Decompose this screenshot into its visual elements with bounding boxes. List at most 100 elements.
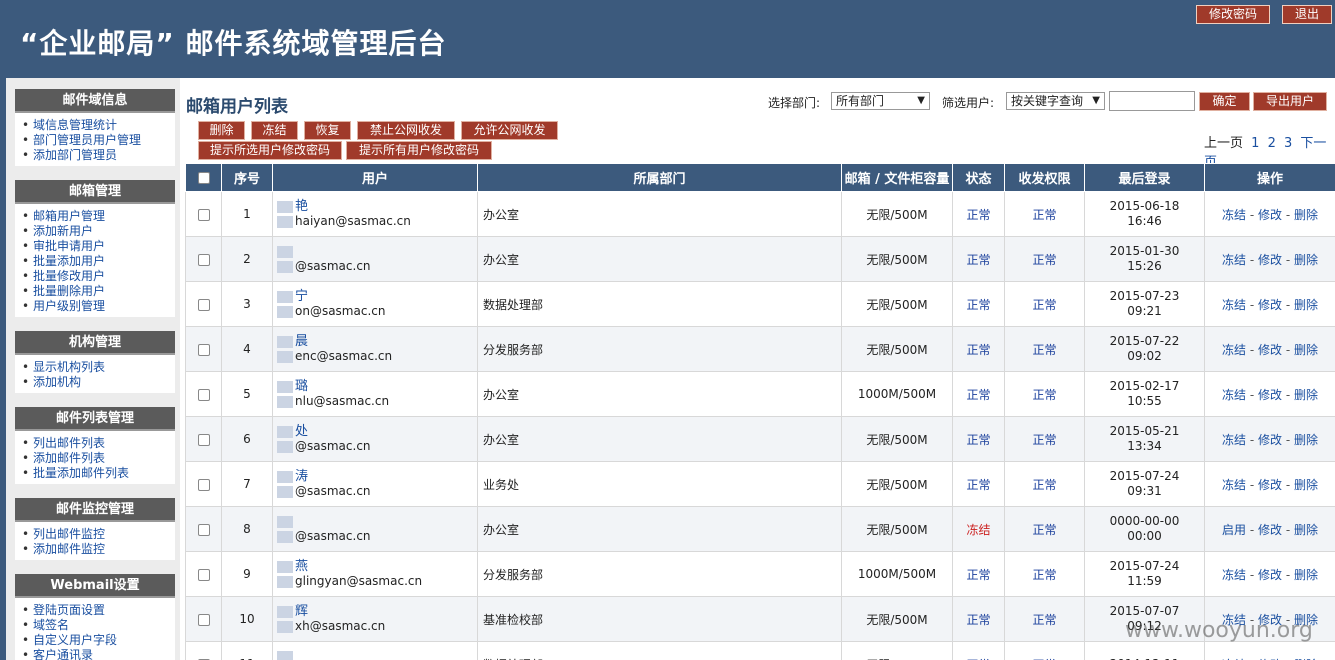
row-checkbox[interactable]: [197, 298, 210, 311]
op-delete-link[interactable]: 删除: [1294, 523, 1318, 537]
row-select-cell[interactable]: [185, 281, 222, 327]
sidebar-item-add-monitor[interactable]: 添加邮件监控: [22, 542, 175, 557]
op-edit-link[interactable]: 修改: [1258, 298, 1282, 312]
search-input[interactable]: [1109, 91, 1195, 111]
sidebar-item-domain-stats[interactable]: 域信息管理统计: [22, 118, 175, 133]
op-edit-link[interactable]: 修改: [1258, 343, 1282, 357]
op-delete-link[interactable]: 删除: [1294, 343, 1318, 357]
op-freeze-link[interactable]: 冻结: [1222, 478, 1246, 492]
op-edit-link[interactable]: 修改: [1258, 433, 1282, 447]
confirm-button[interactable]: 确定: [1199, 92, 1250, 111]
row-checkbox[interactable]: [197, 478, 210, 491]
user-name-link[interactable]: [277, 649, 477, 660]
op-freeze-link[interactable]: 冻结: [1222, 253, 1246, 267]
user-name-link[interactable]: 璐: [277, 379, 477, 394]
row-select-cell[interactable]: [185, 416, 222, 462]
logout-button[interactable]: 退出: [1282, 5, 1333, 24]
row-checkbox[interactable]: [197, 613, 210, 626]
row-checkbox[interactable]: [197, 568, 210, 581]
sidebar-item-batch-add-users[interactable]: 批量添加用户: [22, 254, 175, 269]
row-checkbox[interactable]: [197, 523, 210, 536]
sidebar-item-add-org[interactable]: 添加机构: [22, 375, 175, 390]
op-delete-link[interactable]: 删除: [1294, 298, 1318, 312]
sidebar-item-login-page[interactable]: 登陆页面设置: [22, 603, 175, 618]
row-select-cell[interactable]: [185, 596, 222, 642]
freeze-button[interactable]: 冻结: [251, 121, 298, 140]
op-edit-link[interactable]: 修改: [1258, 208, 1282, 222]
sidebar-item-batch-add-mail-list[interactable]: 批量添加邮件列表: [22, 466, 175, 481]
op-delete-link[interactable]: 删除: [1294, 253, 1318, 267]
row-checkbox[interactable]: [197, 388, 210, 401]
op-freeze-link[interactable]: 冻结: [1222, 388, 1246, 402]
op-delete-link[interactable]: 删除: [1294, 208, 1318, 222]
pager-page-3[interactable]: 3: [1284, 136, 1292, 151]
allow-public-button[interactable]: 允许公网收发: [461, 121, 558, 140]
row-select-cell[interactable]: [185, 461, 222, 507]
sidebar-item-user-levels[interactable]: 用户级别管理: [22, 299, 175, 314]
restore-button[interactable]: 恢复: [304, 121, 351, 140]
sidebar-item-dept-admin-users[interactable]: 部门管理员用户管理: [22, 133, 175, 148]
op-freeze-link[interactable]: 冻结: [1222, 568, 1246, 582]
row-select-cell[interactable]: [185, 326, 222, 372]
row-checkbox[interactable]: [197, 433, 210, 446]
op-delete-link[interactable]: 删除: [1294, 388, 1318, 402]
row-checkbox[interactable]: [197, 343, 210, 356]
op-freeze-link[interactable]: 冻结: [1222, 433, 1246, 447]
op-edit-link[interactable]: 修改: [1258, 568, 1282, 582]
sidebar-item-batch-delete-users[interactable]: 批量删除用户: [22, 284, 175, 299]
user-name-link[interactable]: 燕: [277, 559, 477, 574]
row-select-cell[interactable]: [185, 641, 222, 660]
op-delete-link[interactable]: 删除: [1294, 433, 1318, 447]
row-select-cell[interactable]: [185, 551, 222, 597]
sidebar-item-batch-edit-users[interactable]: 批量修改用户: [22, 269, 175, 284]
op-delete-link[interactable]: 删除: [1294, 478, 1318, 492]
export-users-button[interactable]: 导出用户: [1253, 92, 1327, 111]
delete-button[interactable]: 删除: [198, 121, 245, 140]
user-name-link[interactable]: [277, 514, 477, 529]
op-freeze-link[interactable]: 冻结: [1222, 343, 1246, 357]
user-name-link[interactable]: [277, 244, 477, 259]
row-select-cell[interactable]: [185, 236, 222, 282]
op-freeze-link[interactable]: 启用: [1222, 523, 1246, 537]
sidebar-item-add-mail-list[interactable]: 添加邮件列表: [22, 451, 175, 466]
user-filter-select[interactable]: 按关键字查询 ▼: [1006, 92, 1105, 110]
pager-page-2[interactable]: 2: [1268, 136, 1276, 151]
user-name-link[interactable]: 晨: [277, 334, 477, 349]
op-edit-link[interactable]: 修改: [1258, 253, 1282, 267]
op-delete-link[interactable]: 删除: [1294, 568, 1318, 582]
sidebar-item-list-mail-lists[interactable]: 列出邮件列表: [22, 436, 175, 451]
op-freeze-link[interactable]: 冻结: [1222, 208, 1246, 222]
op-edit-link[interactable]: 修改: [1258, 523, 1282, 537]
sidebar-item-custom-fields[interactable]: 自定义用户字段: [22, 633, 175, 648]
row-checkbox[interactable]: [197, 208, 210, 221]
sidebar-item-address-book[interactable]: 客户通讯录: [22, 648, 175, 660]
remind-selected-button[interactable]: 提示所选用户修改密码: [198, 141, 342, 160]
pager-page-1[interactable]: 1: [1251, 136, 1259, 151]
sidebar-item-add-user[interactable]: 添加新用户: [22, 224, 175, 239]
select-all-cell[interactable]: [185, 163, 222, 192]
user-name-link[interactable]: 处: [277, 424, 477, 439]
sidebar-item-mailbox-users[interactable]: 邮箱用户管理: [22, 209, 175, 224]
user-name-link[interactable]: 宁: [277, 289, 477, 304]
user-name-link[interactable]: 艳: [277, 199, 477, 214]
op-freeze-link[interactable]: 冻结: [1222, 298, 1246, 312]
change-password-button[interactable]: 修改密码: [1196, 5, 1271, 24]
row-checkbox[interactable]: [197, 253, 210, 266]
row-select-cell[interactable]: [185, 371, 222, 417]
row-select-cell[interactable]: [185, 506, 222, 552]
remind-all-button[interactable]: 提示所有用户修改密码: [346, 141, 492, 160]
sidebar-item-org-list[interactable]: 显示机构列表: [22, 360, 175, 375]
sidebar-item-list-monitors[interactable]: 列出邮件监控: [22, 527, 175, 542]
dept-select[interactable]: 所有部门 ▼: [831, 92, 930, 110]
op-edit-link[interactable]: 修改: [1258, 388, 1282, 402]
select-all-checkbox[interactable]: [197, 171, 210, 184]
block-public-button[interactable]: 禁止公网收发: [357, 121, 455, 140]
user-name-link[interactable]: 辉: [277, 604, 477, 619]
redaction-block: [277, 485, 293, 498]
sidebar-item-domain-signature[interactable]: 域签名: [22, 618, 175, 633]
sidebar-item-approve-users[interactable]: 审批申请用户: [22, 239, 175, 254]
row-select-cell[interactable]: [185, 191, 222, 237]
sidebar-item-add-dept-admin[interactable]: 添加部门管理员: [22, 148, 175, 163]
op-edit-link[interactable]: 修改: [1258, 478, 1282, 492]
user-name-link[interactable]: 涛: [277, 469, 477, 484]
